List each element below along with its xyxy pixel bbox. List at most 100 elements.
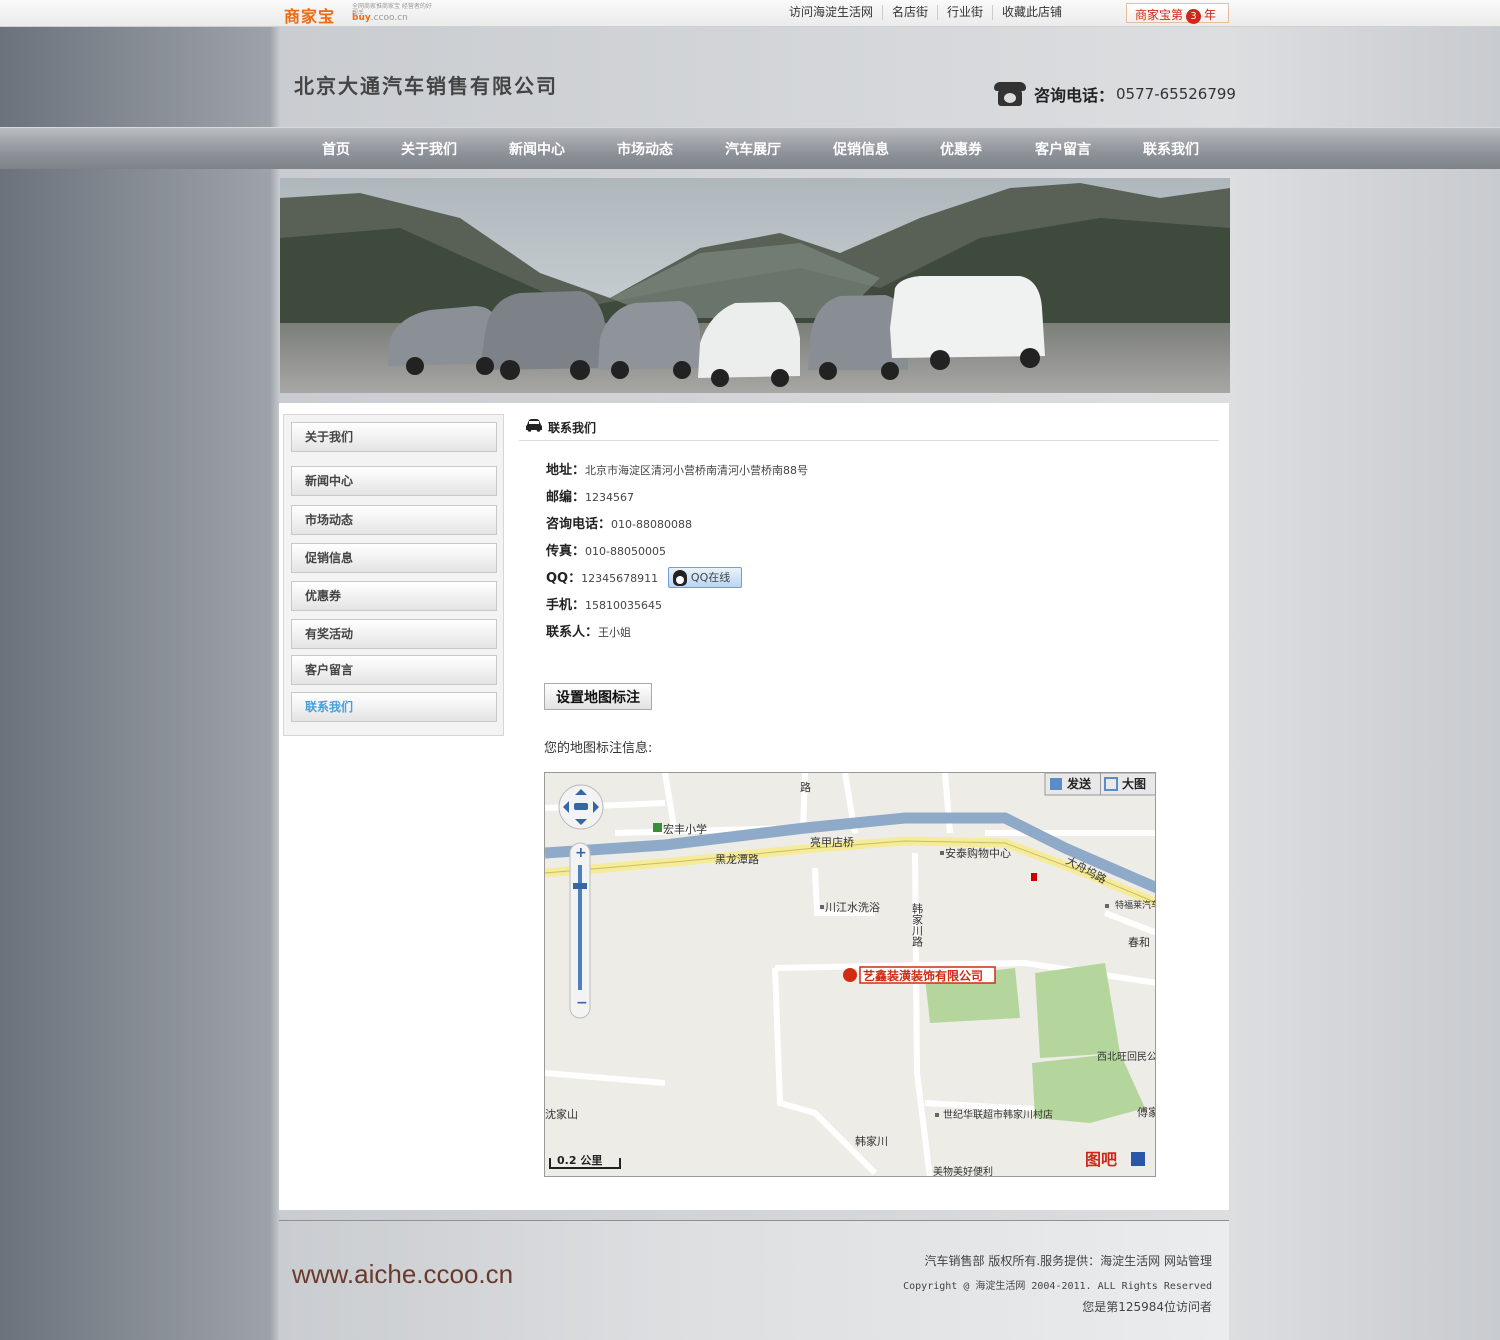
sidebar-item-contact[interactable]: 联系我们 (291, 692, 497, 722)
map-place-label: 宏丰小学 (663, 822, 707, 836)
person-value: 王小姐 (598, 626, 632, 639)
telephone-icon (994, 82, 1026, 106)
nav-showroom[interactable]: 汽车展厅 (698, 128, 808, 170)
shangjiabao-logo[interactable]: 商家宝 全网商家推商家宝 经营者的好帮手 buy.ccoo.cn (284, 3, 444, 26)
zoom-handle[interactable] (573, 883, 587, 889)
map-info-label: 您的地图标注信息: (544, 741, 653, 756)
badge-suffix: 年 (1204, 8, 1217, 22)
send-icon[interactable] (1050, 778, 1062, 790)
nav-promotions[interactable]: 促销信息 (808, 128, 914, 170)
footer: www.aiche.ccoo.cn 汽车销售部 版权所有.服务提供：海淀生活网 … (279, 1220, 1229, 1340)
mobile-value: 15810035645 (585, 599, 662, 612)
map-view[interactable]: 路 宏丰小学 亮甲店桥 黑龙潭路 安泰购物中心 大舟坞路 川江水洗浴 韩家川路 … (544, 772, 1156, 1177)
qq-row: QQ：12345678911 QQ在线 (546, 565, 808, 592)
map-place-label: 川江水洗浴 (825, 901, 880, 914)
map-place-label: 韩家川路 (911, 902, 924, 948)
sidebar-item-messages[interactable]: 客户留言 (291, 655, 497, 685)
qq-label: QQ： (546, 571, 582, 586)
map-place-label: 美物美好便利 (933, 1165, 993, 1177)
map-pan-control[interactable] (558, 784, 604, 830)
sidebar-item-market[interactable]: 市场动态 (291, 505, 497, 535)
map-place-label: 春和 (1128, 936, 1150, 949)
link-bookmark-shop[interactable]: 收藏此店铺 (993, 5, 1071, 20)
marker-label: 艺鑫装潢装饰有限公司 (863, 968, 983, 983)
fax-value: 010-88050005 (585, 545, 666, 558)
top-bar: 商家宝 全网商家推商家宝 经营者的好帮手 buy.ccoo.cn 访问海淀生活网… (0, 0, 1500, 27)
section-title: 联系我们 (548, 421, 597, 435)
zip-value: 1234567 (585, 491, 635, 504)
qq-penguin-icon (672, 570, 687, 586)
logo-url: buy.ccoo.cn (352, 13, 408, 23)
sidebar-item-news[interactable]: 新闻中心 (291, 466, 497, 496)
set-map-marker-button[interactable]: 设置地图标注 (544, 683, 652, 710)
map-place-label: 世纪华联超市韩家川村店 (943, 1108, 1053, 1121)
zip-label: 邮编： (546, 490, 586, 505)
location-marker-icon[interactable] (843, 968, 857, 982)
qq-online-button[interactable]: QQ在线 (667, 567, 742, 588)
main-nav: 首页 关于我们 新闻中心 市场动态 汽车展厅 促销信息 优惠券 客户留言 联系我… (0, 127, 1500, 169)
nav-market[interactable]: 市场动态 (592, 128, 698, 170)
map-send-button[interactable]: 发送 (1066, 776, 1092, 791)
address-value: 北京市海淀区清河小营桥南清河小营桥南88号 (585, 464, 809, 477)
nav-messages[interactable]: 客户留言 (1008, 128, 1118, 170)
link-famous-shops[interactable]: 名店街 (883, 5, 939, 20)
map-place-label: 特福莱汽车维修装饰 (1115, 899, 1156, 911)
person-row: 联系人：王小姐 (546, 619, 808, 646)
tuba-logo: 图吧 (1085, 1150, 1117, 1169)
mobile-row: 手机：15810035645 (546, 592, 808, 619)
sidebar-item-promotions[interactable]: 促销信息 (291, 543, 497, 573)
sidebar-item-about[interactable]: 关于我们 (291, 422, 497, 452)
tel-row: 咨询电话：010-88080088 (546, 511, 808, 538)
banner-cars-mountains (280, 178, 1230, 393)
hotline-number: 0577-65526799 (1116, 85, 1236, 103)
fax-row: 传真：010-88050005 (546, 538, 808, 565)
footer-copyright-line: 汽车销售部 版权所有.服务提供：海淀生活网 网站管理 (924, 1254, 1212, 1268)
footer-site-url: www.aiche.ccoo.cn (292, 1259, 514, 1289)
sidebar-item-coupons[interactable]: 优惠券 (291, 581, 497, 611)
nav-contact[interactable]: 联系我们 (1118, 128, 1224, 170)
tel-label: 咨询电话： (546, 517, 612, 532)
map-scale-text: 0.2 公里 (557, 1154, 602, 1167)
address-label: 地址： (546, 463, 586, 478)
map-place-label: 安泰购物中心 (945, 846, 1011, 860)
logo-text: 商家宝 (284, 7, 336, 26)
sidebar-item-prize-events[interactable]: 有奖活动 (291, 619, 497, 649)
sidebar-menu: 关于我们 新闻中心 市场动态 促销信息 优惠券 有奖活动 客户留言 联系我们 (283, 414, 504, 736)
hotline: 咨询电话： 0577-65526799 (994, 82, 1236, 106)
address-row: 地址：北京市海淀区清河小营桥南清河小营桥南88号 (546, 457, 808, 484)
banner-image (280, 178, 1230, 393)
hotline-label: 咨询电话： (1034, 86, 1115, 105)
map-place-label: 黑龙潭路 (715, 853, 759, 866)
content-panel: 关于我们 新闻中心 市场动态 促销信息 优惠券 有奖活动 客户留言 联系我们 联… (279, 403, 1229, 1210)
footer-rights-line: Copyright @ 海淀生活网 2004-2011. ALL Rights … (903, 1281, 1212, 1292)
tuba-logo-icon (1131, 1152, 1145, 1166)
company-name: 北京大通汽车销售有限公司 (294, 74, 558, 98)
map-place-label: 亮甲店桥 (810, 835, 854, 849)
gas-station-icon (1031, 873, 1037, 881)
zoom-out-icon[interactable]: − (576, 995, 588, 1011)
nav-about[interactable]: 关于我们 (376, 128, 482, 170)
mobile-label: 手机： (546, 598, 586, 613)
contact-section: 联系我们 地址：北京市海淀区清河小营桥南清河小营桥南88号 邮编：1234567… (519, 413, 1219, 1177)
nav-home[interactable]: 首页 (296, 128, 376, 170)
tel-value: 010-88080088 (611, 518, 692, 531)
car-icon (526, 419, 542, 432)
link-visit-haidian[interactable]: 访问海淀生活网 (780, 5, 884, 20)
map-place-label: 西北旺回民公寓 (1097, 1050, 1156, 1063)
qq-online-label: QQ在线 (690, 571, 731, 584)
link-industry-street[interactable]: 行业街 (938, 5, 994, 20)
map-big-button[interactable]: 大图 (1122, 776, 1146, 791)
zoom-in-icon[interactable]: + (575, 845, 587, 861)
top-links: 访问海淀生活网 名店街 行业街 收藏此店铺 (780, 5, 1071, 20)
school-icon (653, 823, 662, 832)
nav-news[interactable]: 新闻中心 (482, 128, 592, 170)
map-place-label: 傅家 (1137, 1105, 1156, 1119)
map-place-label: 沈家山 (545, 1107, 578, 1121)
fax-label: 传真： (546, 544, 586, 559)
person-label: 联系人： (546, 625, 599, 640)
nav-coupons[interactable]: 优惠券 (914, 128, 1008, 170)
footer-visitor-count: 您是第125984位访问者 (1082, 1300, 1212, 1314)
map-zoom-slider[interactable]: + − (569, 842, 591, 1019)
zip-row: 邮编：1234567 (546, 484, 808, 511)
years-badge: 商家宝第 3 年 (1126, 3, 1229, 24)
